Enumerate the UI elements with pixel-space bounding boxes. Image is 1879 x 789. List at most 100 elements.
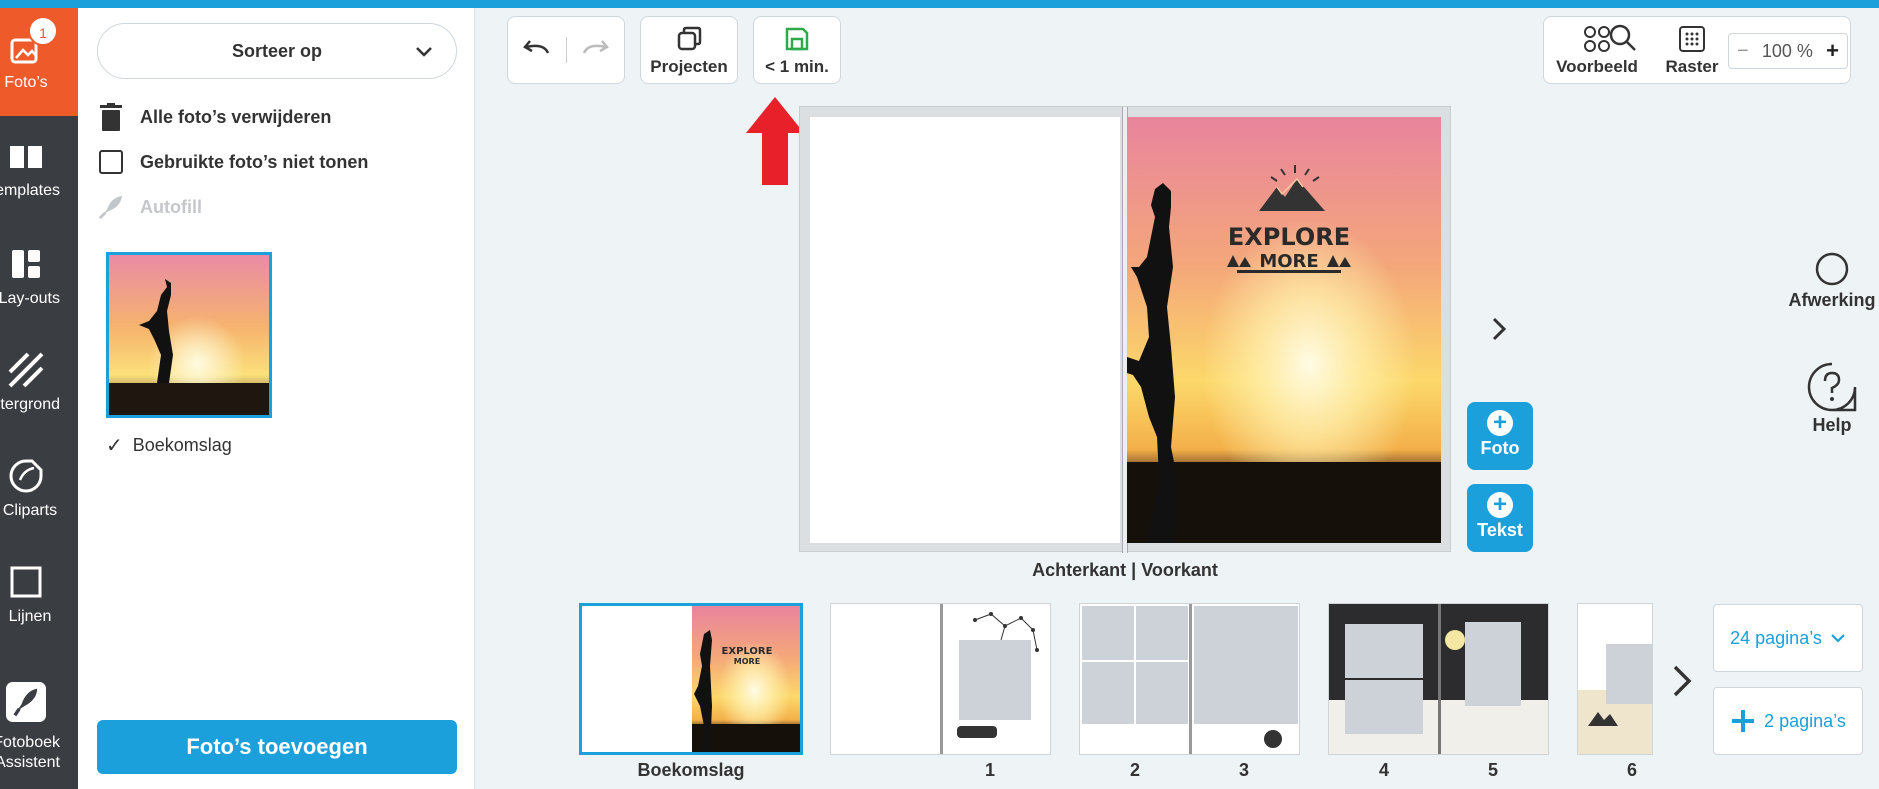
red-arrow-annotation — [746, 97, 804, 185]
mountain-clipart — [1588, 712, 1618, 726]
cover-title-line2[interactable]: MORE — [1259, 251, 1318, 272]
globe-clipart — [1264, 730, 1282, 748]
rail-label-backgrounds: Achtergrond — [0, 396, 60, 413]
rail-label-photos: Foto’s — [4, 74, 48, 91]
add-pages-button[interactable]: 2 pagina’s — [1713, 687, 1863, 755]
back-cover-page[interactable] — [810, 117, 1120, 543]
layout-icon — [12, 250, 40, 278]
help-icon — [1807, 362, 1857, 412]
front-cover-page[interactable]: EXPLORE MORE — [1127, 117, 1441, 543]
top-accent-bar — [0, 0, 1879, 8]
filmstrip-spread-2-3[interactable] — [1079, 603, 1300, 755]
rail-label-assistant-2: Assistent — [0, 754, 60, 771]
add-photo-button[interactable]: + Foto — [1467, 402, 1533, 470]
rail-label-layouts: Lay-outs — [0, 290, 60, 307]
rocket-icon — [98, 193, 124, 221]
hide-used-photos-toggle[interactable]: Gebruikte foto’s niet tonen — [98, 147, 368, 177]
filmstrip-cover-title-1: EXPLORE — [722, 646, 773, 657]
check-icon: ✓ — [106, 435, 123, 457]
cover-title-line1[interactable]: EXPLORE — [1228, 223, 1350, 251]
hide-used-checkbox[interactable] — [99, 150, 123, 174]
page-count-dropdown[interactable]: 24 pagina’s — [1713, 604, 1863, 672]
circle-icon — [1815, 252, 1849, 286]
filmstrip-next-arrow-icon[interactable] — [1670, 664, 1694, 698]
spread-fold — [1438, 604, 1441, 754]
delete-all-label: Alle foto’s verwijderen — [140, 106, 332, 127]
grid-preview-icon — [1584, 26, 1610, 52]
filmstrip-spread-4-5[interactable] — [1328, 603, 1549, 755]
filmstrip-front-cover-image: EXPLORE MORE — [692, 606, 800, 752]
photo-usage-label: Boekomslag — [132, 435, 232, 455]
filmstrip-spread-1[interactable] — [830, 603, 1051, 755]
filmstrip-cover[interactable]: EXPLORE MORE — [579, 603, 803, 755]
photo-placeholder — [1194, 606, 1298, 724]
add-photo-label: Foto — [1480, 438, 1520, 458]
hide-used-label: Gebruikte foto’s niet tonen — [140, 151, 369, 172]
rail-item-photos[interactable]: 1 Foto’s — [0, 8, 78, 116]
rail-item-templates[interactable]: Templates — [0, 116, 78, 222]
photo-count-badge: 1 — [28, 16, 58, 46]
zoom-in-button[interactable]: + — [1826, 38, 1839, 64]
copy-icon — [677, 26, 702, 51]
save-icon — [785, 27, 809, 51]
zoom-level: 100 % — [1761, 40, 1813, 61]
plus-icon — [1732, 710, 1755, 732]
projects-button[interactable]: Projecten — [640, 16, 738, 84]
photo-placeholder — [1606, 644, 1652, 704]
spread-label: Achterkant | Voorkant — [1032, 560, 1218, 580]
filmstrip-label-6: 6 — [1626, 760, 1637, 780]
undo-icon[interactable] — [522, 35, 554, 63]
autofill-button[interactable]: Autofill — [98, 192, 202, 222]
help-label: Help — [1812, 415, 1852, 435]
rail-item-cliparts[interactable]: Cliparts — [0, 436, 78, 542]
delete-all-photos-button[interactable]: Alle foto’s verwijderen — [98, 102, 331, 132]
grid-icon — [1679, 26, 1705, 52]
add-text-button[interactable]: + Tekst — [1467, 484, 1533, 552]
add-photos-button[interactable]: Foto’s toevoegen — [97, 720, 457, 774]
preview-label: Voorbeeld — [1556, 57, 1638, 76]
help-button[interactable]: Help — [1782, 361, 1879, 436]
spread-fold — [940, 604, 943, 754]
filmstrip-label-3: 3 — [1238, 760, 1249, 780]
rail-item-assistant[interactable]: Fotoboek Assistent — [0, 668, 78, 789]
sort-dropdown[interactable]: Sorteer op — [97, 23, 457, 79]
save-button[interactable]: < 1 min. — [753, 16, 841, 84]
chevron-down-icon — [1831, 634, 1845, 643]
photo-thumbnail[interactable] — [106, 252, 272, 418]
rail-item-layouts[interactable]: Lay-outs — [0, 224, 78, 330]
rail-label-cliparts: Cliparts — [2, 502, 58, 519]
photo-placeholder — [1345, 624, 1423, 678]
cover-photo[interactable]: EXPLORE MORE — [1127, 117, 1441, 543]
save-status-label: < 1 min. — [765, 57, 829, 76]
finishing-button[interactable]: Afwerking — [1782, 252, 1879, 311]
rail-item-backgrounds[interactable]: Achtergrond — [0, 330, 78, 436]
redo-icon[interactable] — [578, 35, 610, 63]
filmstrip-spread-6[interactable] — [1577, 603, 1653, 755]
add-pages-label: 2 pagina’s — [1764, 710, 1846, 731]
book-cover-spread[interactable]: EXPLORE MORE — [799, 106, 1451, 553]
sort-label: Sorteer op — [231, 40, 323, 61]
filmstrip-label-1: 1 — [984, 760, 995, 780]
filmstrip-label-cover: Boekomslag — [637, 760, 745, 780]
photo-placeholder — [1465, 622, 1521, 706]
rail-item-lines[interactable]: Lijnen — [0, 542, 78, 648]
zoom-out-button[interactable]: − — [1737, 40, 1749, 63]
photo-usage-caption: ✓ Boekomslag — [106, 433, 232, 458]
photo-placeholder — [1136, 606, 1188, 660]
next-spread-arrow-icon[interactable] — [1488, 316, 1510, 342]
finishing-label: Afwerking — [1788, 290, 1876, 310]
chevron-down-icon — [416, 47, 432, 57]
photo-panel: Sorteer op Alle foto’s verwijderen Gebru… — [78, 8, 475, 789]
rail-label-assistant-1: Fotoboek — [0, 734, 60, 751]
background-pattern-icon — [8, 352, 44, 388]
spread-fold — [1189, 604, 1192, 754]
grid-button[interactable]: Raster — [1652, 17, 1732, 83]
photo-placeholder — [1345, 680, 1423, 734]
undo-redo-group — [507, 16, 625, 84]
filmstrip-label-2: 2 — [1129, 760, 1140, 780]
sticker-icon — [9, 459, 43, 493]
rail-label-templates: Templates — [0, 182, 60, 199]
rocket-icon — [6, 682, 46, 722]
sunset-silhouette-image — [109, 255, 269, 415]
wolf-clipart — [957, 726, 997, 738]
